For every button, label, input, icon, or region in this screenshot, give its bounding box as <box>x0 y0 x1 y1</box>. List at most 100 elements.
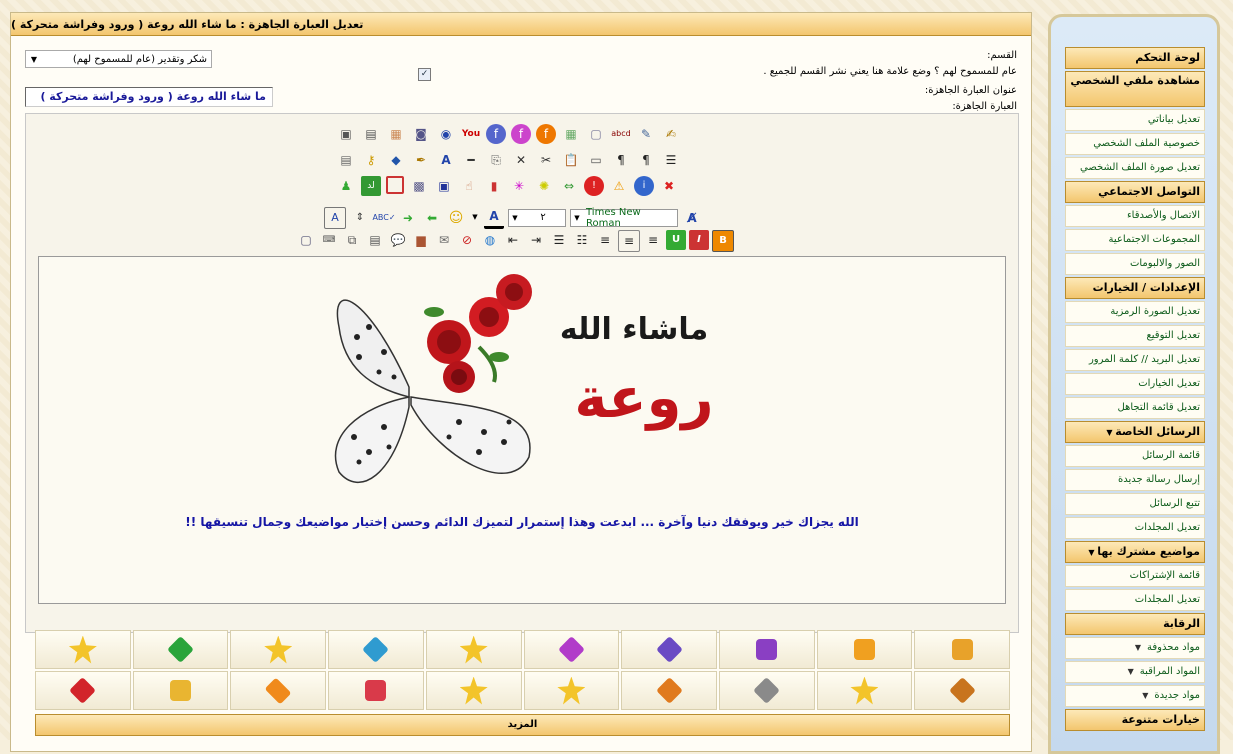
unlink-icon[interactable]: ⊘ <box>457 230 477 250</box>
font-size-select[interactable]: ▼ ٢ <box>508 208 566 227</box>
smiley-cell[interactable] <box>816 630 913 669</box>
sidebar-item[interactable]: خصوصية الملف الشخصي <box>1065 133 1205 155</box>
text-color-icon[interactable]: A <box>484 206 504 229</box>
red-box-icon[interactable] <box>386 176 404 194</box>
section-select[interactable]: ▼ شكر وتقدير (عام للمسموح لهم) <box>25 50 212 68</box>
align-center-icon[interactable]: ≡ <box>618 230 640 252</box>
sidebar-item[interactable]: تعديل المجلدات <box>1065 517 1205 539</box>
flash-orange-icon[interactable]: f <box>536 124 556 144</box>
move-icon[interactable]: ⇔ <box>559 176 579 196</box>
smiley-cell[interactable] <box>816 671 913 710</box>
html-icon[interactable]: ⧉ <box>342 230 362 250</box>
more-smilies-button[interactable]: المزيد <box>35 714 1010 736</box>
sidebar-item[interactable]: تعديل قائمة التجاهل <box>1065 397 1205 419</box>
editor-content[interactable]: ماشاء الله روعة الله يجزاك خير ويوفقك دن… <box>38 256 1006 604</box>
info-icon[interactable]: i <box>634 176 654 196</box>
sidebar-item[interactable]: الاتصال والأصدقاء <box>1065 205 1205 227</box>
user-icon[interactable]: ♟ <box>336 176 356 196</box>
justify-icon[interactable]: ☰ <box>661 150 681 170</box>
sidebar-item[interactable]: المجموعات الاجتماعية <box>1065 229 1205 251</box>
sidebar-item[interactable]: قائمة الرسائل <box>1065 445 1205 467</box>
smiley-cell[interactable] <box>425 630 522 669</box>
media-player-icon[interactable]: ◉ <box>436 124 456 144</box>
public-checkbox[interactable]: ✓ <box>418 68 431 81</box>
smiley-cell[interactable] <box>718 630 815 669</box>
smiley-cell[interactable] <box>621 630 717 669</box>
sidebar-item[interactable]: تعديل الخيارات <box>1065 373 1205 395</box>
pen-icon[interactable]: ✒ <box>411 150 431 170</box>
smiley-cell[interactable] <box>914 630 1011 669</box>
smiley-cell[interactable] <box>230 630 327 669</box>
insert-page-icon[interactable]: ⎘ <box>486 150 506 170</box>
abcd-icon[interactable]: abcd <box>611 124 631 144</box>
sidebar-item[interactable]: المواد المراقبة ▼ <box>1065 661 1205 683</box>
paste-icon[interactable]: 📋 <box>561 150 581 170</box>
align-right-icon[interactable]: ≡ <box>643 230 663 250</box>
document-icon[interactable]: ▤ <box>361 124 381 144</box>
align-left-icon[interactable]: ≡ <box>595 230 615 250</box>
outdent-icon[interactable]: ⇤ <box>503 230 523 250</box>
insert-image-icon[interactable]: ▆ <box>411 230 431 250</box>
sidebar-section-header[interactable]: مواضيع مشترك بها ▼ <box>1065 541 1205 563</box>
sidebar-item[interactable]: قائمة الإشتراكات <box>1065 565 1205 587</box>
ltr-icon[interactable]: ¶ <box>611 150 631 170</box>
font-effect-icon[interactable]: A <box>436 150 456 170</box>
font-name-select[interactable]: ▼ Times New Roman <box>570 207 678 229</box>
sun-icon[interactable]: ✺ <box>534 176 554 196</box>
sidebar-section-header[interactable]: الرسائل الخاصة ▼ <box>1065 421 1205 443</box>
smiley-cell[interactable] <box>328 671 424 710</box>
grid-box-icon[interactable]: ▩ <box>409 176 429 196</box>
line-height-icon[interactable]: ⇕ <box>350 208 370 228</box>
chart-icon[interactable]: ▮ <box>484 176 504 196</box>
smiley-cell[interactable] <box>914 671 1011 710</box>
table-icon[interactable]: ▦ <box>561 124 581 144</box>
smiley-cell[interactable] <box>132 630 229 669</box>
flash-alt-icon[interactable]: f <box>511 124 531 144</box>
warning-icon[interactable]: ⚠ <box>609 176 629 196</box>
smiley-cell[interactable] <box>523 630 620 669</box>
sidebar-item[interactable]: تعديل بياناتي <box>1065 109 1205 131</box>
sidebar-section-header[interactable]: الإعدادات / الخيارات <box>1065 277 1205 299</box>
smiley-icon[interactable]: ☺ <box>446 208 466 228</box>
smiley-cell[interactable] <box>328 630 424 669</box>
italic-icon[interactable]: I <box>689 230 709 250</box>
sidebar-item[interactable]: تعديل البريد // كلمة المرور <box>1065 349 1205 371</box>
film-icon[interactable]: ◙ <box>411 124 431 144</box>
comment-icon[interactable]: ▭ <box>586 150 606 170</box>
stop-icon[interactable]: ! <box>584 176 604 196</box>
sidebar-item[interactable]: تعديل التوقيع <box>1065 325 1205 347</box>
numbered-list-icon[interactable]: ☷ <box>572 230 592 250</box>
picture-icon[interactable]: ▦ <box>386 124 406 144</box>
sidebar-section-header[interactable]: الرقابة <box>1065 613 1205 635</box>
sidebar-section-header[interactable]: التواصل الاجتماعي <box>1065 181 1205 203</box>
smiley-cell[interactable] <box>425 671 522 710</box>
sidebar-section-header[interactable]: لوحة التحكم <box>1065 47 1205 69</box>
script-icon[interactable]: ✎ <box>636 124 656 144</box>
link-icon[interactable]: ◍ <box>480 230 500 250</box>
template-icon[interactable]: ▤ <box>336 150 356 170</box>
bold-icon[interactable]: B <box>712 230 734 252</box>
sidebar-item[interactable]: إرسال رسالة جديدة <box>1065 469 1205 491</box>
flash-icon[interactable]: f <box>486 124 506 144</box>
font-size-icon[interactable]: A <box>324 206 346 229</box>
sidebar-item[interactable]: تعديل الصورة الرمزية <box>1065 301 1205 323</box>
indent-icon[interactable]: ⇥ <box>526 230 546 250</box>
smiley-cell[interactable] <box>523 671 620 710</box>
cut-icon[interactable]: ✂ <box>536 150 556 170</box>
smiley-cell[interactable] <box>621 671 717 710</box>
smiley-cell[interactable] <box>132 671 229 710</box>
select-all-icon[interactable]: ▢ <box>296 230 316 250</box>
frame-icon[interactable]: ▢ <box>586 124 606 144</box>
remove-format-icon[interactable]: A̸ <box>682 208 702 228</box>
smiley-cell[interactable] <box>230 671 327 710</box>
smiley-cell[interactable] <box>35 630 131 669</box>
spellcheck-icon[interactable]: ABC✓ <box>372 208 395 228</box>
sidebar-section-header[interactable]: خيارات متنوعة <box>1065 709 1205 731</box>
php-icon[interactable]: ▤ <box>365 230 385 250</box>
youtube-icon[interactable]: You <box>461 124 481 144</box>
hand-icon[interactable]: ☝ <box>459 176 479 196</box>
sidebar-item[interactable]: تتبع الرسائل <box>1065 493 1205 515</box>
sidebar-item[interactable]: مواد محذوفة ▼ <box>1065 637 1205 659</box>
arrow-right-icon[interactable]: ➜ <box>398 208 418 228</box>
rtl-icon[interactable]: ¶ <box>636 150 656 170</box>
